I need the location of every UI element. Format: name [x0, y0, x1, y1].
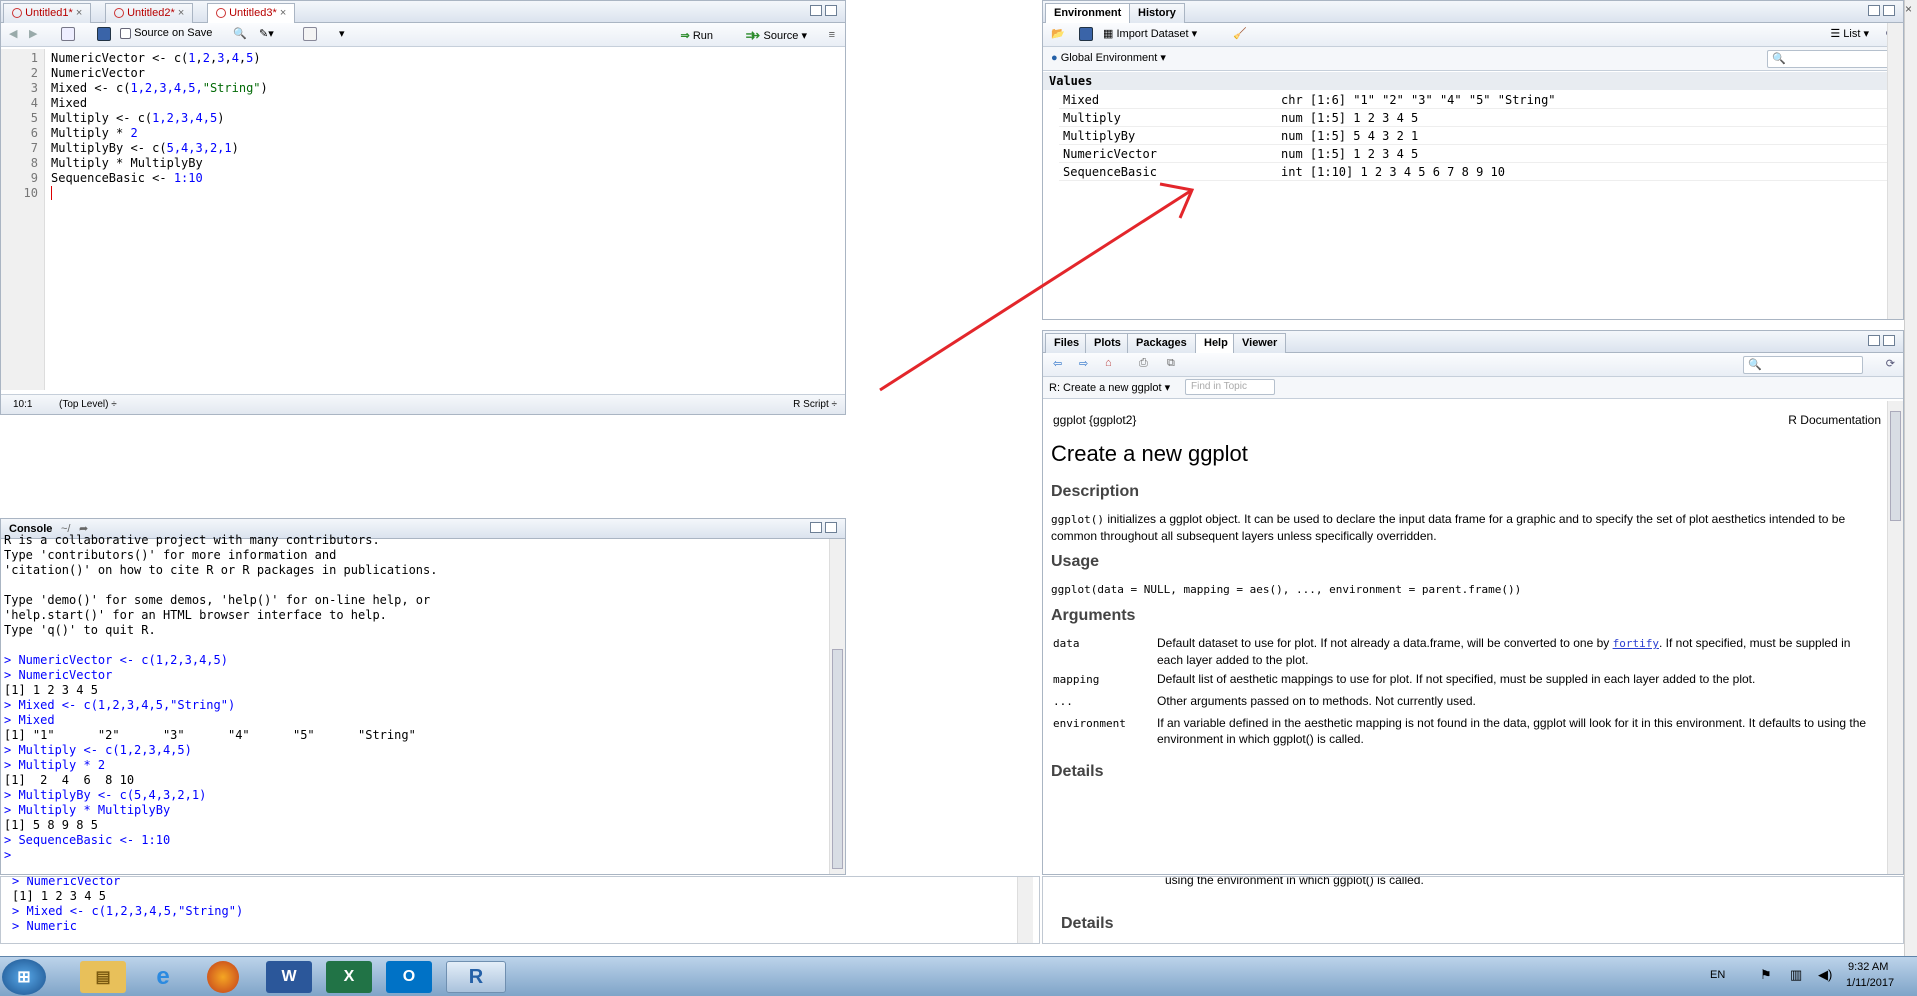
flag-icon[interactable]: ⚑ — [1760, 967, 1772, 983]
explorer-icon[interactable]: ▤ — [80, 961, 126, 993]
start-button[interactable]: ⊞ — [2, 959, 46, 995]
firefox-icon[interactable] — [207, 961, 239, 993]
windows-taskbar: ⊞ ▤ e W X O R EN ⚑ ▥ ◀) 9:32 AM 1/11/201… — [0, 956, 1917, 996]
annotation-arrow — [879, 182, 1195, 392]
excel-icon[interactable]: X — [326, 961, 372, 993]
clock-time[interactable]: 9:32 AM — [1848, 961, 1888, 973]
rstudio-icon[interactable]: R — [446, 961, 506, 993]
arrow-shaft — [879, 188, 1193, 392]
clock-date[interactable]: 1/11/2017 — [1846, 977, 1894, 989]
network-icon[interactable]: ▥ — [1790, 967, 1802, 983]
internet-explorer-icon[interactable]: e — [140, 961, 186, 993]
volume-icon[interactable]: ◀) — [1818, 967, 1832, 983]
word-icon[interactable]: W — [266, 961, 312, 993]
outlook-icon[interactable]: O — [386, 961, 432, 993]
language-indicator[interactable]: EN — [1710, 969, 1725, 981]
